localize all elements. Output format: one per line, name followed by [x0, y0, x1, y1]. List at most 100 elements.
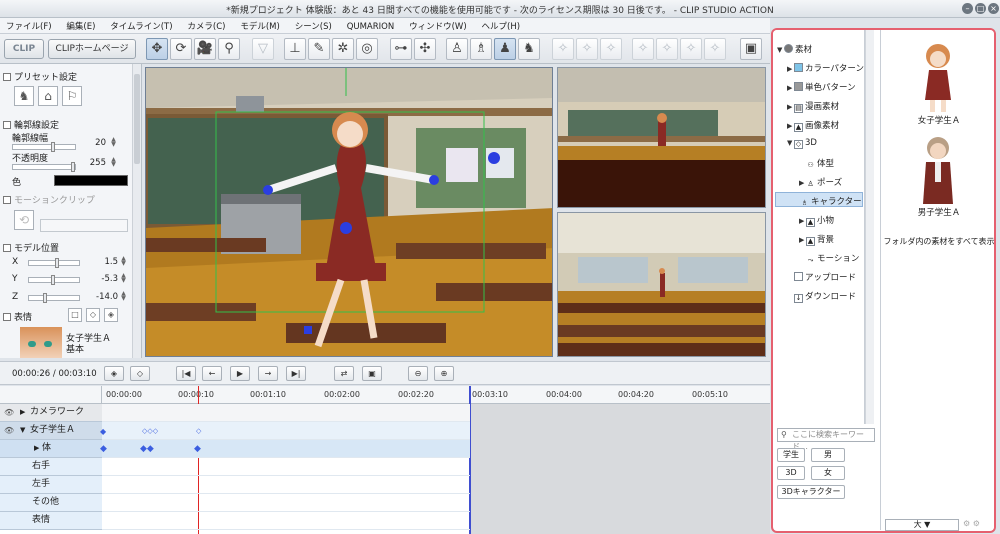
tag-3d[interactable]: 3D — [777, 466, 805, 480]
play-button[interactable]: ▶ — [230, 366, 250, 381]
tree-item-3d[interactable]: ▼ ◇ 3D — [787, 138, 817, 149]
material-thumb-girl[interactable] — [915, 40, 961, 112]
pose-b-icon[interactable]: ✧ — [576, 38, 598, 60]
expression-thumbnail[interactable] — [20, 327, 62, 358]
outline-width-spin[interactable]: ▲ ▼ — [110, 137, 117, 148]
go-end-button[interactable]: ▶| — [286, 366, 306, 381]
figure-a-icon[interactable]: ♙ — [446, 38, 468, 60]
expression-a-icon[interactable]: □ — [68, 308, 82, 322]
pose-a-icon[interactable]: ✧ — [552, 38, 574, 60]
tree-item-body-type[interactable]: ⚇ 体型 — [799, 157, 834, 171]
pose-e-icon[interactable]: ✧ — [656, 38, 678, 60]
menu-model[interactable]: モデル(M) — [234, 18, 285, 32]
menu-window[interactable]: ウィンドウ(W) — [403, 18, 473, 32]
tag-3d-character[interactable]: 3Dキャラクター — [777, 485, 845, 499]
lane-other[interactable] — [102, 494, 470, 512]
tag-female[interactable]: 女 — [811, 466, 845, 480]
material-name-girl[interactable]: 女子学生Ａ — [881, 114, 994, 126]
menu-timeline[interactable]: タイムライン(T) — [104, 18, 178, 32]
camera-icon[interactable]: 🎥 — [194, 38, 216, 60]
ground-icon[interactable]: ⊥ — [284, 38, 306, 60]
opacity-slider[interactable] — [12, 162, 76, 172]
z-value[interactable]: -14.0 — [84, 292, 118, 302]
outline-width-slider[interactable] — [12, 142, 76, 152]
figure-b-icon[interactable]: ♗ — [470, 38, 492, 60]
pose-g-icon[interactable]: ✧ — [704, 38, 726, 60]
left-panel-scrollbar[interactable] — [132, 64, 141, 358]
lane-camera-work[interactable] — [102, 404, 470, 422]
lane-body[interactable]: ◆ ◆◆ ◆ — [100, 440, 470, 458]
close-icon[interactable]: × — [988, 3, 999, 14]
main-viewport[interactable] — [145, 67, 553, 357]
pose-f-icon[interactable]: ✧ — [680, 38, 702, 60]
preset-section[interactable]: プリセット設定 — [0, 70, 130, 83]
tree-item-character[interactable]: ♗ キャラクター — [775, 192, 863, 207]
delete-keyframe-button[interactable]: ◇ — [130, 366, 150, 381]
track-left-hand[interactable]: 左手 — [0, 476, 102, 494]
expression-c-icon[interactable]: ◈ — [104, 308, 118, 322]
camera-view-top[interactable] — [557, 67, 766, 208]
model-position-section[interactable]: モデル位置 — [0, 241, 130, 254]
pose-c-icon[interactable]: ✧ — [600, 38, 622, 60]
object-camera-icon[interactable]: ⚲ — [218, 38, 240, 60]
tree-scrollbar[interactable] — [865, 30, 874, 424]
photo-icon[interactable]: ▣ — [740, 38, 762, 60]
tag-male[interactable]: 男 — [811, 448, 845, 462]
preset-c-icon[interactable]: ⚐ — [62, 86, 82, 106]
tree-item-props[interactable]: ▶ ▲ 小物 — [799, 214, 834, 227]
z-spin[interactable]: ▲ ▼ — [120, 291, 127, 302]
pose-icon[interactable]: ✎ — [308, 38, 330, 60]
time-ruler[interactable]: 00:00:00 00:00:10 00:01:10 00:02:00 00:0… — [102, 386, 770, 404]
collapse-arrow-icon[interactable]: ▼ — [20, 422, 25, 439]
menu-help[interactable]: ヘルプ(H) — [476, 18, 527, 32]
material-name-boy[interactable]: 男子学生Ａ — [881, 206, 994, 218]
y-spin[interactable]: ▲ ▼ — [120, 273, 127, 284]
clip-button[interactable]: CLIP — [4, 39, 44, 59]
keyframe[interactable]: ◆◆ — [140, 444, 154, 454]
lane-model[interactable]: ◆ ◇◇◇ ◇ — [100, 422, 470, 440]
track-other[interactable]: その他 — [0, 494, 102, 512]
opacity-value[interactable]: 255 — [80, 158, 106, 168]
rotate-camera-icon[interactable]: ⟳ — [170, 38, 192, 60]
prev-frame-button[interactable]: ← — [202, 366, 222, 381]
pose-d-icon[interactable]: ✧ — [632, 38, 654, 60]
expression-b-icon[interactable]: ◇ — [86, 308, 100, 322]
joint-icon[interactable]: ✲ — [332, 38, 354, 60]
keyframe[interactable]: ◆ — [100, 444, 107, 454]
maximize-icon[interactable]: □ — [975, 3, 986, 14]
preset-a-icon[interactable]: ♞ — [14, 86, 34, 106]
tree-item-download[interactable]: ↓ ダウンロード — [787, 290, 856, 303]
lane-right-hand[interactable] — [102, 458, 470, 476]
tree-item-mono-pattern[interactable]: ▶ 単色パターン — [787, 81, 856, 93]
x-value[interactable]: 1.5 — [84, 257, 118, 267]
lane-expression[interactable] — [102, 512, 470, 530]
loop-button[interactable]: ⇄ — [334, 366, 354, 381]
keyframe[interactable]: ◆ — [194, 444, 201, 454]
camera-view-bottom[interactable] — [557, 212, 766, 357]
target-icon[interactable]: ◎ — [356, 38, 378, 60]
expand-arrow-icon[interactable]: ▶ — [20, 404, 25, 421]
motion-clip-icon[interactable]: ⟲ — [14, 210, 34, 230]
menu-scene[interactable]: シーン(S) — [289, 18, 338, 32]
track-body[interactable]: ▶ 体 — [0, 440, 102, 458]
keyframe[interactable]: ◇ — [196, 427, 201, 435]
camera-switch-button[interactable]: ▣ — [362, 366, 382, 381]
bone-icon[interactable]: ⊶ — [390, 38, 412, 60]
outline-width-value[interactable]: 20 — [80, 138, 106, 148]
y-value[interactable]: -5.3 — [84, 274, 118, 284]
tree-item-manga-material[interactable]: ▶ ▤ 漫画素材 — [787, 100, 839, 113]
outline-section[interactable]: 輪郭線設定 — [0, 118, 130, 131]
expand-arrow-icon[interactable]: ▶ — [34, 440, 39, 457]
tag-student[interactable]: 学生 — [777, 448, 805, 462]
eye-icon[interactable]: 👁 — [4, 404, 14, 421]
tree-item-materials[interactable]: ▼ 素材 — [777, 43, 812, 55]
z-slider[interactable] — [28, 293, 80, 303]
tree-item-image-material[interactable]: ▶ ▲ 画像素材 — [787, 119, 839, 132]
axis-icon[interactable]: ✣ — [414, 38, 436, 60]
material-thumb-boy[interactable] — [915, 132, 961, 204]
menu-camera[interactable]: カメラ(C) — [181, 18, 231, 32]
tree-item-motion[interactable]: ⤳ モーション — [799, 252, 859, 266]
motion-clip-section[interactable]: モーションクリップ — [0, 193, 130, 206]
figure-d-icon[interactable]: ♞ — [518, 38, 540, 60]
minimize-icon[interactable]: – — [962, 3, 973, 14]
